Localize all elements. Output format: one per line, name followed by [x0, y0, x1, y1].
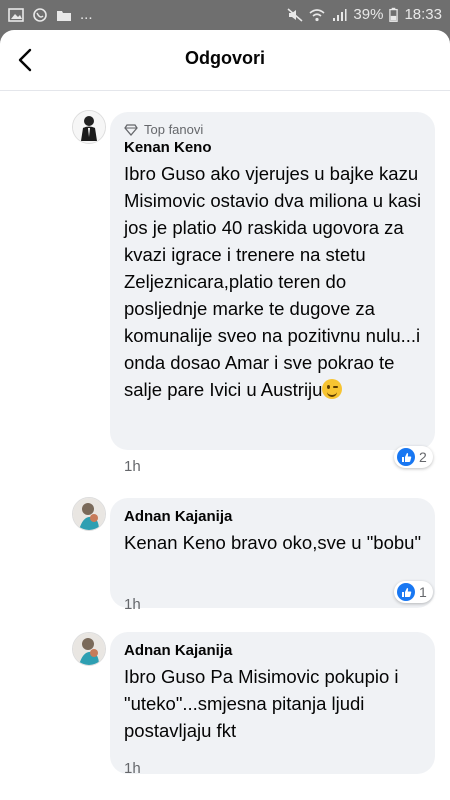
comment-time: 1h: [124, 458, 141, 475]
top-fan-badge: Top fanovi: [124, 122, 423, 137]
comment-bubble: Adnan Kajanija Kenan Keno bravo oko,sve …: [110, 498, 435, 608]
avatar[interactable]: [72, 497, 106, 531]
user-avatar-icon: [73, 111, 105, 143]
comment-text: Ibro Guso ako vjerujes u bajke kazu Misi…: [124, 160, 423, 403]
header: Odgovori: [0, 30, 450, 91]
battery-percent: 39%: [353, 6, 384, 23]
gallery-icon: [8, 7, 24, 22]
status-time: 18:33: [404, 6, 442, 23]
avatar[interactable]: [72, 110, 106, 144]
status-bar: ... 39% 18:33: [0, 0, 450, 30]
comment-text: Kenan Keno bravo oko,sve u "bobu": [124, 532, 422, 553]
avatar[interactable]: [72, 632, 106, 666]
comment-author[interactable]: Adnan Kajanija: [124, 642, 423, 659]
comment-text: Ibro Guso Pa Misimovic pokupio i "uteko"…: [124, 666, 399, 741]
comment-text-content: Ibro Guso ako vjerujes u bajke kazu Misi…: [124, 163, 422, 400]
like-count: 1: [419, 584, 427, 600]
viber-icon: [33, 7, 47, 22]
signal-icon: [333, 8, 347, 21]
comment-author[interactable]: Adnan Kajanija: [124, 508, 423, 525]
user-avatar-icon: [73, 633, 105, 665]
comment-time: 1h: [124, 596, 141, 613]
mute-icon: [287, 7, 303, 22]
battery-icon: [389, 7, 399, 22]
folder-icon: [57, 10, 71, 21]
wifi-icon: [309, 8, 325, 21]
page-title: Odgovori: [185, 48, 265, 68]
reaction-count[interactable]: 1: [394, 581, 433, 603]
user-avatar-icon: [73, 498, 105, 530]
like-count: 2: [419, 449, 427, 465]
like-icon: [397, 448, 415, 466]
comment-bubble: Adnan Kajanija Ibro Guso Pa Misimovic po…: [110, 632, 435, 774]
comment-author[interactable]: Kenan Keno: [124, 139, 423, 156]
like-icon: [397, 583, 415, 601]
comment-time: 1h: [124, 760, 141, 777]
wink-emoji-icon: [322, 379, 343, 399]
diamond-icon: [124, 123, 138, 136]
replies-sheet: Odgovori Top fanovi Kenan Keno Ibro Guso…: [0, 30, 450, 800]
reaction-count[interactable]: 2: [394, 446, 433, 468]
status-ellipsis: ...: [80, 6, 93, 23]
badge-label: Top fanovi: [144, 122, 204, 137]
comment-bubble: Top fanovi Kenan Keno Ibro Guso ako vjer…: [110, 112, 435, 450]
